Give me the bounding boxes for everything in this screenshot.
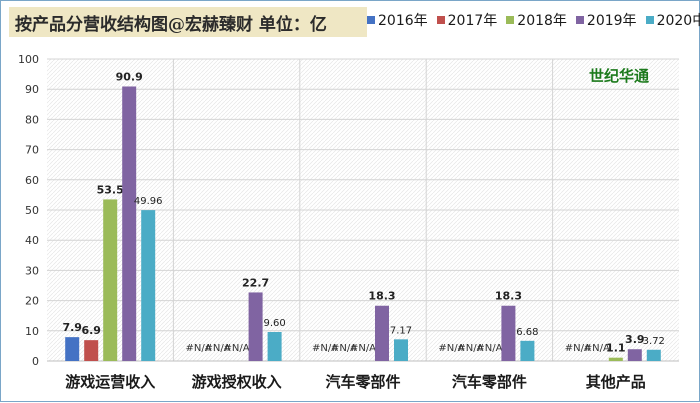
data-label: #N/A <box>224 343 250 354</box>
y-tick-label: 50 <box>25 204 39 217</box>
bar <box>501 305 516 361</box>
data-label: 1.1 <box>606 342 626 355</box>
x-tick-label: 汽车零部件 <box>452 373 527 391</box>
bar <box>267 332 282 361</box>
data-label: #N/A <box>476 343 502 354</box>
y-tick-label: 60 <box>25 174 39 187</box>
data-label: 7.17 <box>390 325 412 336</box>
chart-frame: 按产品分营收结构图@宏赫臻财 单位：亿 2016年 2017年 2018年 2019年… <box>0 0 700 402</box>
x-tick-label: 其他产品 <box>586 373 646 391</box>
bar <box>608 357 623 361</box>
bar <box>248 292 263 361</box>
data-label: 18.3 <box>495 290 522 303</box>
bar <box>103 199 118 361</box>
data-label: 53.5 <box>97 183 124 196</box>
bar <box>122 86 137 362</box>
data-label: 49.96 <box>134 196 163 207</box>
data-label: #N/A <box>350 343 376 354</box>
data-label: 9.60 <box>263 318 285 329</box>
y-tick-label: 20 <box>25 295 39 308</box>
bar <box>65 337 80 361</box>
y-tick-label: 90 <box>25 83 39 96</box>
y-tick-label: 70 <box>25 144 39 157</box>
x-tick-label: 汽车零部件 <box>325 373 400 391</box>
y-tick-label: 10 <box>25 325 39 338</box>
bar <box>646 349 661 361</box>
y-tick-label: 100 <box>18 53 39 66</box>
data-label: 90.9 <box>116 70 143 83</box>
watermark-label: 世纪华通 <box>589 67 650 85</box>
y-tick-label: 40 <box>25 234 39 247</box>
data-label: 3.9 <box>625 333 645 346</box>
y-tick-label: 0 <box>32 355 39 368</box>
bar <box>84 340 99 361</box>
y-tick-label: 80 <box>25 113 39 126</box>
x-tick-label: 游戏运营收入 <box>65 373 155 391</box>
data-label: 3.72 <box>643 336 665 347</box>
bar <box>627 349 642 361</box>
bar <box>394 339 408 361</box>
data-label: 6.9 <box>81 324 101 337</box>
data-label: 22.7 <box>242 276 269 289</box>
bar <box>375 305 389 361</box>
bar-chart: 0 10 20 30 40 50 60 70 80 90 100 游戏运营收入 游戏授权收入 汽车零部件 汽… <box>18 53 679 391</box>
data-label: 18.3 <box>368 290 395 303</box>
x-tick-label: 游戏授权收入 <box>192 373 282 391</box>
bar <box>141 210 156 361</box>
data-label: 6.68 <box>516 327 538 338</box>
bar <box>520 340 535 361</box>
y-tick-label: 30 <box>25 264 39 277</box>
data-label: 7.9 <box>62 321 82 334</box>
